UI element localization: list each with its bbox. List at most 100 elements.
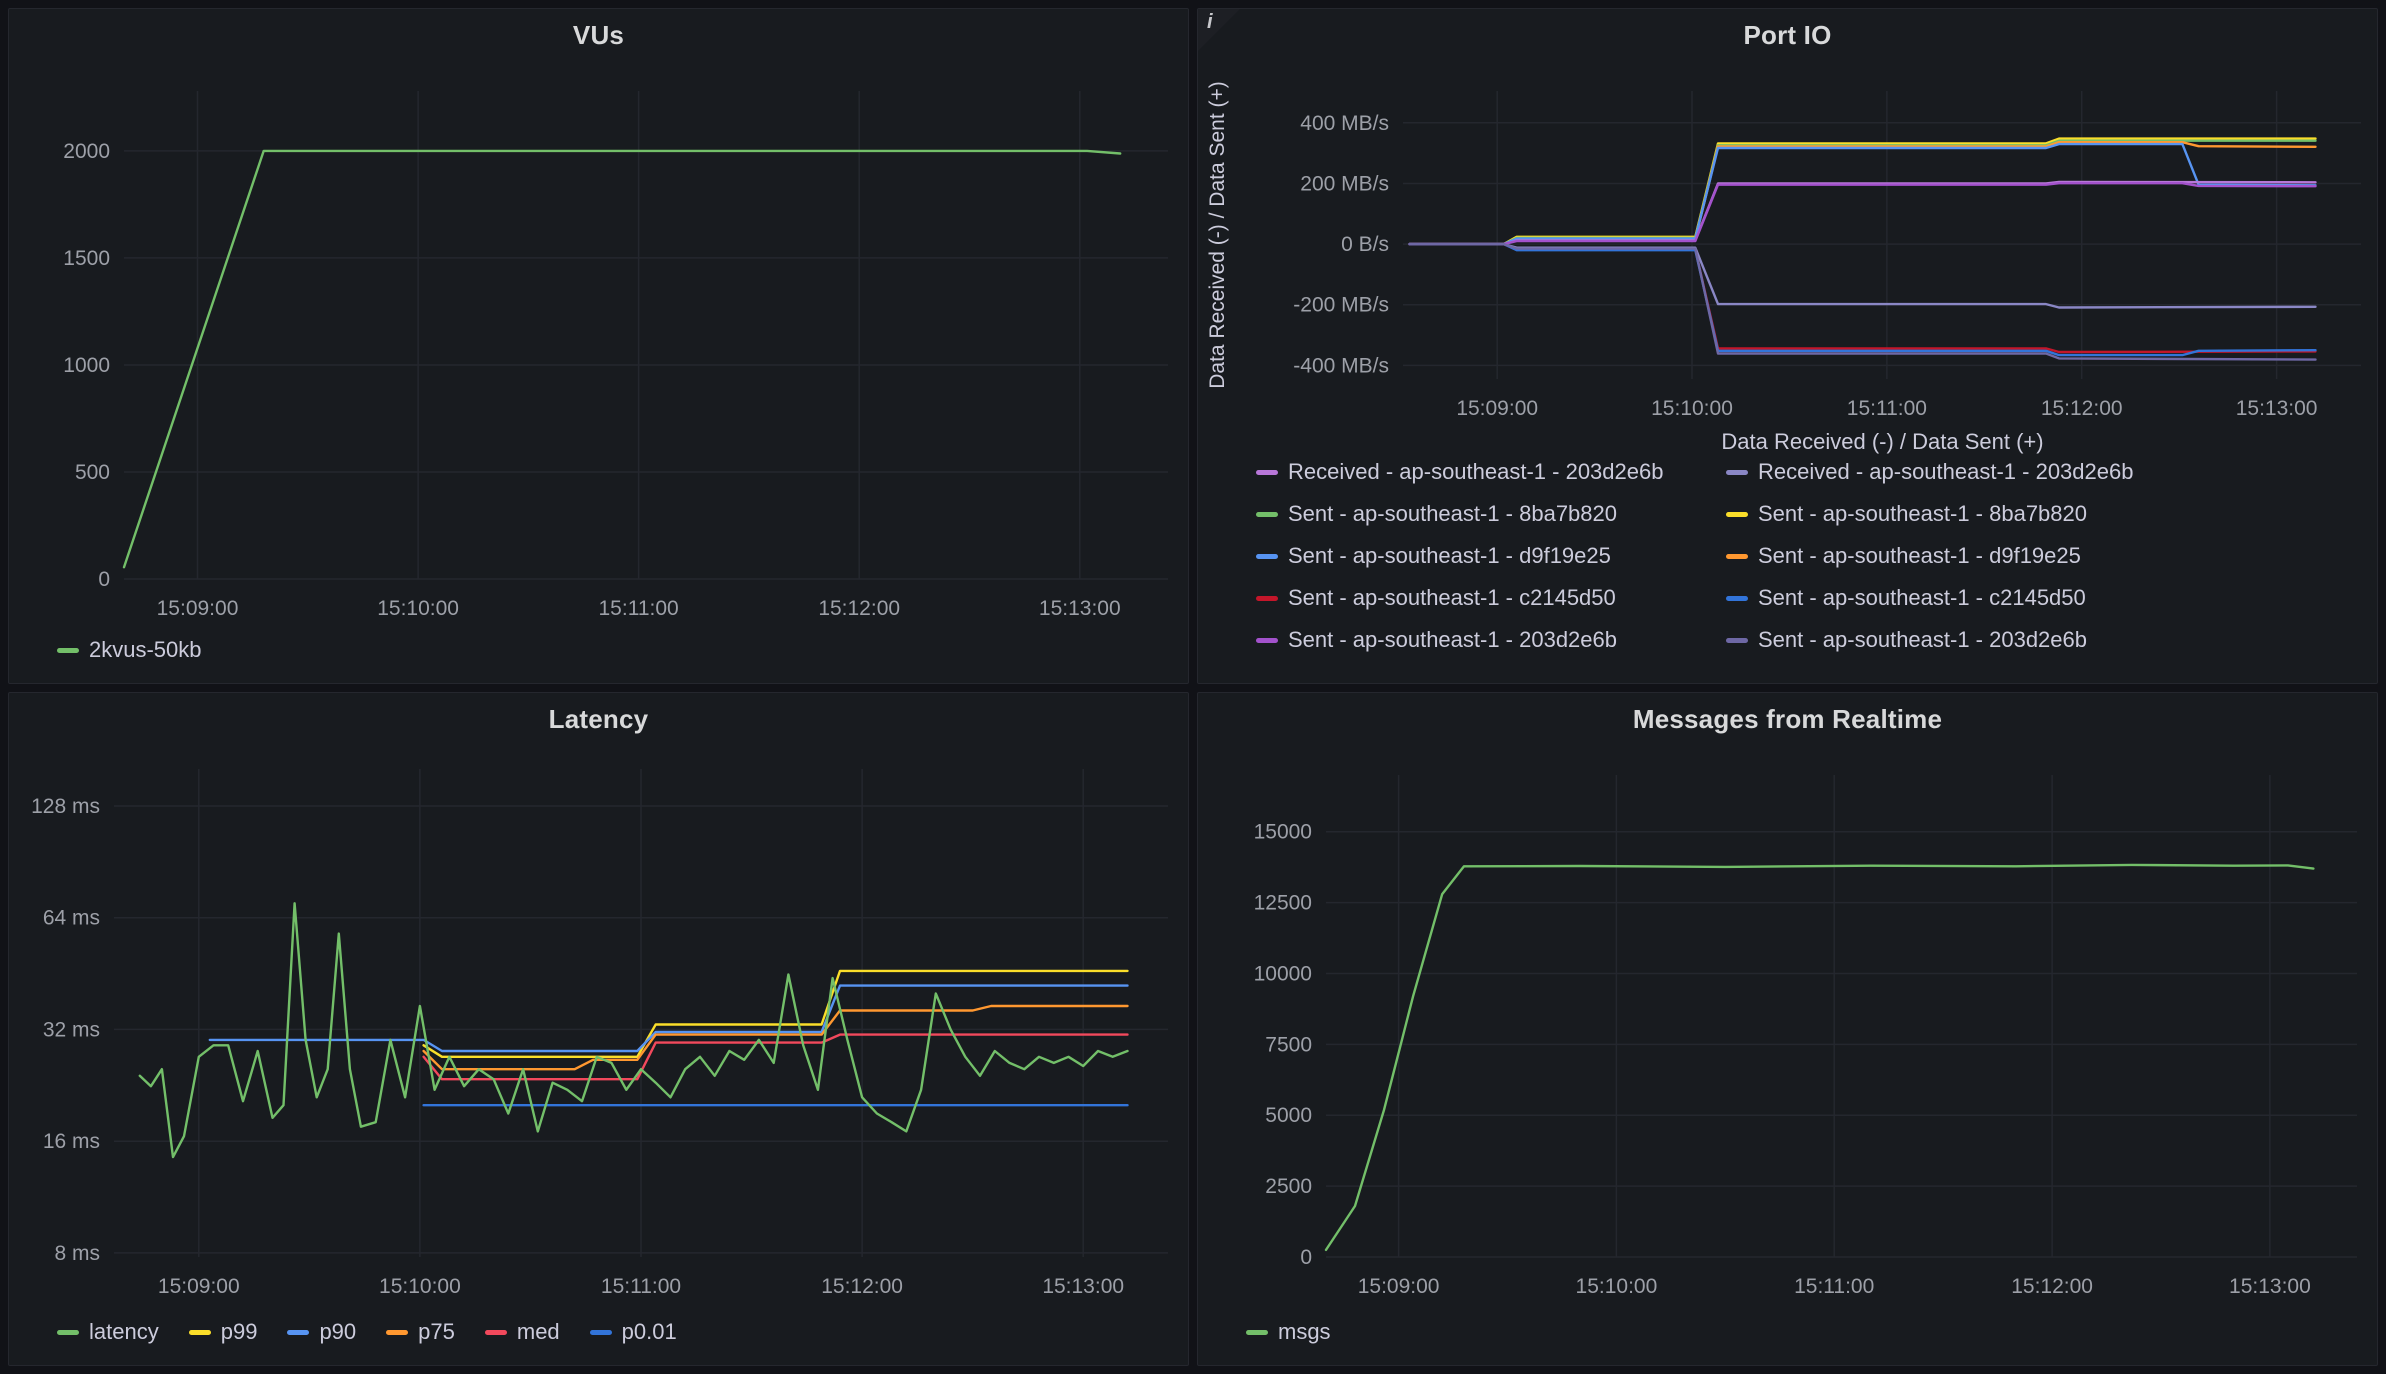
x-tick-label: 15:10:00 (379, 1275, 461, 1298)
panel-header-port-io[interactable]: Port IO (1198, 9, 2377, 61)
x-tick-label: 15:12:00 (2011, 1275, 2093, 1298)
y-tick-label: -200 MB/s (1293, 294, 1389, 317)
legend-item[interactable]: p90 (287, 1319, 356, 1345)
y-tick-label: 400 MB/s (1300, 112, 1389, 135)
chart-canvas: 15:09:0015:10:0015:11:0015:12:0015:13:00… (9, 745, 1188, 1309)
y-tick-label: 32 ms (43, 1018, 100, 1041)
series-line (1410, 244, 2316, 355)
legend-label: latency (89, 1319, 159, 1345)
legend-swatch-icon (57, 1330, 79, 1335)
y-tick-label: 500 (75, 461, 110, 484)
legend-item[interactable]: p99 (189, 1319, 258, 1345)
legend-label: 2kvus-50kb (89, 637, 202, 663)
y-tick-label: 1500 (63, 247, 110, 270)
legend-item[interactable]: p0.01 (590, 1319, 677, 1345)
legend-item[interactable]: Received - ap-southeast-1 - 203d2e6b (1256, 461, 1726, 485)
y-tick-label: 8 ms (54, 1242, 100, 1265)
x-tick-label: 15:10:00 (1651, 397, 1733, 420)
vus-legend: 2kvus-50kb (9, 627, 1188, 683)
port-io-legend-scroll[interactable]: Received - ap-southeast-1 - 203d2e6bSent… (1198, 461, 2377, 683)
info-icon: i (1207, 11, 1213, 34)
y-tick-label: 15000 (1254, 821, 1312, 844)
series-line (1410, 244, 2316, 352)
series-line (424, 1006, 1128, 1069)
legend-swatch-icon (1246, 1330, 1268, 1335)
legend-item[interactable]: Sent - ap-southeast-1 - d9f19e25 (1256, 543, 1726, 569)
y-tick-label: 0 (1300, 1246, 1312, 1269)
messages-legend: msgs (1198, 1309, 2377, 1365)
series-line (1326, 865, 2313, 1250)
x-tick-label: 15:10:00 (377, 597, 459, 620)
panel-title: Port IO (1743, 20, 1831, 51)
series-line (140, 903, 1128, 1157)
port-io-chart[interactable]: 15:09:0015:10:0015:11:0015:12:0015:13:00… (1198, 61, 2377, 427)
vus-chart[interactable]: 15:09:0015:10:0015:11:0015:12:0015:13:00… (9, 61, 1188, 627)
legend-swatch-icon (1726, 596, 1748, 601)
x-tick-label: 15:12:00 (2041, 397, 2123, 420)
legend-label: p75 (418, 1319, 455, 1345)
panel-header-latency[interactable]: Latency (9, 693, 1188, 745)
panel-info-corner[interactable]: i (1198, 9, 1240, 51)
legend-item[interactable]: Sent - ap-southeast-1 - 203d2e6b (1726, 627, 2196, 653)
panel-header-messages[interactable]: Messages from Realtime (1198, 693, 2377, 745)
x-tick-label: 15:12:00 (821, 1275, 903, 1298)
x-tick-label: 15:09:00 (1358, 1275, 1440, 1298)
legend-item[interactable]: latency (57, 1319, 159, 1345)
y-tick-label: 1000 (63, 354, 110, 377)
legend-item[interactable]: med (485, 1319, 560, 1345)
y-tick-label: 0 B/s (1341, 233, 1389, 256)
x-tick-label: 15:11:00 (1794, 1275, 1874, 1298)
x-axis-label: Data Received (-) / Data Sent (+) (1198, 427, 2377, 461)
legend-item[interactable]: Sent - ap-southeast-1 - 8ba7b820 (1256, 501, 1726, 527)
legend-label: p0.01 (622, 1319, 677, 1345)
series-line (1410, 139, 2316, 245)
x-tick-label: 15:09:00 (1456, 397, 1538, 420)
panel-title: Messages from Realtime (1633, 704, 1942, 735)
panel-messages: Messages from Realtime 15:09:0015:10:001… (1197, 692, 2378, 1366)
legend-swatch-icon (1256, 596, 1278, 601)
legend-label: Received - ap-southeast-1 - 203d2e6b (1288, 461, 1663, 485)
y-tick-label: 10000 (1254, 963, 1312, 986)
legend-item[interactable]: Sent - ap-southeast-1 - 8ba7b820 (1726, 501, 2196, 527)
legend-item[interactable]: Received - ap-southeast-1 - 203d2e6b (1726, 461, 2196, 485)
legend-item[interactable]: 2kvus-50kb (57, 637, 202, 663)
latency-chart[interactable]: 15:09:0015:10:0015:11:0015:12:0015:13:00… (9, 745, 1188, 1309)
panel-title: Latency (549, 704, 649, 735)
panel-vus: VUs 15:09:0015:10:0015:11:0015:12:0015:1… (8, 8, 1189, 684)
legend-item[interactable]: p75 (386, 1319, 455, 1345)
x-tick-label: 15:09:00 (158, 1275, 240, 1298)
chart-canvas: 15:09:0015:10:0015:11:0015:12:0015:13:00… (1198, 61, 2377, 427)
legend-item[interactable]: Sent - ap-southeast-1 - 203d2e6b (1256, 627, 1726, 653)
legend-label: msgs (1278, 1319, 1331, 1345)
y-tick-label: 2000 (63, 140, 110, 163)
series-line (1410, 182, 2316, 244)
legend-label: Sent - ap-southeast-1 - 203d2e6b (1288, 627, 1617, 653)
panel-header-vus[interactable]: VUs (9, 9, 1188, 61)
legend-label: Sent - ap-southeast-1 - c2145d50 (1288, 585, 1616, 611)
chart-canvas: 15:09:0015:10:0015:11:0015:12:0015:13:00… (9, 61, 1188, 627)
x-tick-label: 15:09:00 (157, 597, 239, 620)
panel-latency: Latency 15:09:0015:10:0015:11:0015:12:00… (8, 692, 1189, 1366)
x-tick-label: 15:13:00 (2229, 1275, 2311, 1298)
legend-item[interactable]: Sent - ap-southeast-1 - c2145d50 (1256, 585, 1726, 611)
y-tick-label: 16 ms (43, 1130, 100, 1153)
x-tick-label: 15:11:00 (1847, 397, 1927, 420)
series-line (1410, 183, 2316, 244)
legend-swatch-icon (1256, 512, 1278, 517)
series-line (424, 971, 1128, 1057)
legend-swatch-icon (485, 1330, 507, 1335)
panel-title: VUs (573, 20, 624, 51)
series-line (1410, 244, 2316, 307)
legend-item[interactable]: msgs (1246, 1319, 1331, 1345)
y-tick-label: 5000 (1265, 1104, 1312, 1127)
legend-label: Sent - ap-southeast-1 - 203d2e6b (1758, 627, 2087, 653)
chart-canvas: 15:09:0015:10:0015:11:0015:12:0015:13:00… (1198, 745, 2377, 1309)
messages-chart[interactable]: 15:09:0015:10:0015:11:0015:12:0015:13:00… (1198, 745, 2377, 1309)
legend-item[interactable]: Sent - ap-southeast-1 - c2145d50 (1726, 585, 2196, 611)
legend-label: Sent - ap-southeast-1 - d9f19e25 (1758, 543, 2081, 569)
legend-swatch-icon (189, 1330, 211, 1335)
y-tick-label: 128 ms (31, 795, 100, 818)
legend-item[interactable]: Sent - ap-southeast-1 - d9f19e25 (1726, 543, 2196, 569)
legend-swatch-icon (1256, 470, 1278, 475)
legend-swatch-icon (1726, 512, 1748, 517)
